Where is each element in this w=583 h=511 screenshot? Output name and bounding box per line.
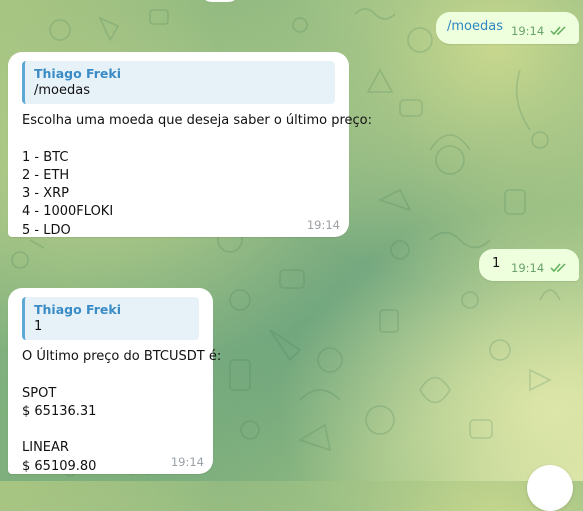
reply-sender-name: Thiago Freki — [34, 66, 122, 81]
message-line: O Último preço do BTCUSDT é: — [22, 349, 222, 364]
message-time: 19:14 — [511, 24, 545, 38]
message-line: 1 - BTC — [22, 149, 69, 165]
message-line: 5 - LDO — [22, 222, 71, 238]
incoming-message-price[interactable]: Thiago Freki 1 O Último preço do BTCUSDT… — [8, 288, 222, 474]
double-check-icon — [550, 26, 566, 36]
message-line: $ 65136.31 — [22, 403, 97, 419]
message-line: 4 - 1000FLOKI — [22, 204, 114, 220]
message-text: 1 — [492, 256, 501, 271]
message-line: Escolha uma moeda que deseja saber o últ… — [22, 113, 373, 128]
message-line: 2 - ETH — [22, 167, 70, 183]
message-line: 3 - XRP — [22, 186, 70, 202]
message-line — [22, 366, 199, 384]
message-time: 19:14 — [306, 218, 340, 232]
message-time: 19:14 — [511, 261, 545, 275]
message-line — [22, 421, 199, 439]
scroll-down-button[interactable] — [527, 465, 573, 511]
double-check-icon — [550, 263, 566, 273]
message-body: Escolha uma moeda que deseja saber o últ… — [22, 112, 373, 240]
reply-quote[interactable]: Thiago Freki /moedas — [22, 61, 335, 104]
message-line — [22, 130, 335, 148]
message-line: SPOT — [22, 385, 57, 401]
previous-message-stub — [200, 0, 240, 2]
outgoing-message-moedas[interactable]: /moedas 19:14 — [436, 12, 579, 44]
message-text: /moedas — [447, 19, 503, 34]
outgoing-message-choice[interactable]: 1 19:14 — [479, 249, 579, 281]
reply-quoted-text: /moedas — [34, 83, 90, 98]
reply-sender-name: Thiago Freki — [34, 302, 122, 317]
reply-quoted-text: 1 — [34, 319, 43, 334]
reply-quote[interactable]: Thiago Freki 1 — [22, 297, 199, 340]
message-time: 19:14 — [170, 455, 204, 469]
incoming-message-menu[interactable]: Thiago Freki /moedas Escolha uma moeda q… — [8, 52, 373, 240]
